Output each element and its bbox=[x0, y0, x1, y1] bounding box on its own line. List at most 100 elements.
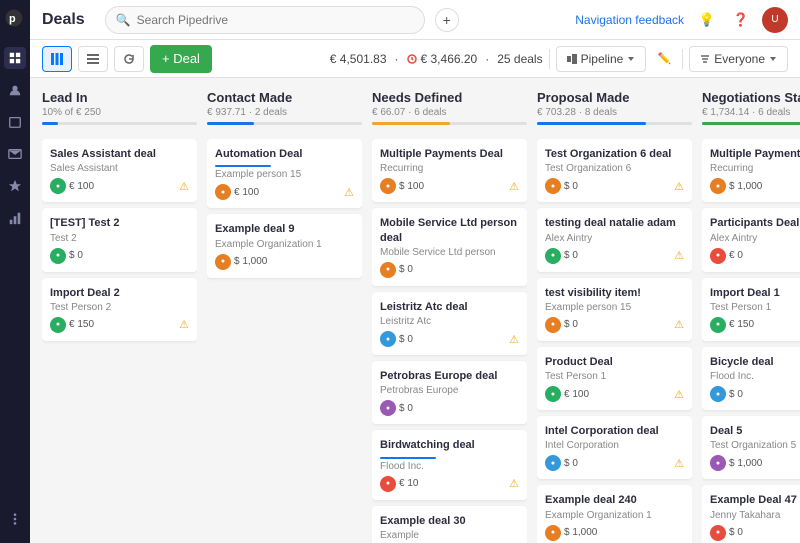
card-subtitle: Test Person 1 bbox=[545, 371, 684, 382]
deal-card[interactable]: testing deal natalie adamAlex Aintry●$ 0… bbox=[537, 208, 692, 271]
deal-card[interactable]: Intel Corporation dealIntel Corporation●… bbox=[537, 416, 692, 479]
deal-card[interactable]: test visibility item!Example person 15●$… bbox=[537, 278, 692, 341]
cards-list: Multiple Payments DealRecurring●$ 100⚠Mo… bbox=[372, 139, 527, 543]
edit-pipeline-icon[interactable]: ✏️ bbox=[652, 47, 676, 71]
card-avatar: ● bbox=[215, 254, 231, 270]
kanban-board: Lead In10% of € 250Sales Assistant dealS… bbox=[30, 78, 800, 543]
add-button[interactable]: + bbox=[435, 8, 459, 32]
card-subtitle: Flood Inc. bbox=[380, 461, 519, 472]
sidebar-item-reports[interactable] bbox=[4, 207, 26, 229]
card-title: Multiple Payments Deal 2 bbox=[710, 147, 800, 161]
deal-card[interactable]: Automation DealExample person 15●€ 100⚠ bbox=[207, 139, 362, 208]
card-subtitle: Recurring bbox=[710, 163, 800, 174]
kanban-view-btn[interactable] bbox=[42, 46, 72, 72]
card-footer: ●$ 0⚠ bbox=[710, 525, 800, 541]
svg-text:p: p bbox=[9, 13, 16, 25]
card-title: Import Deal 1 bbox=[710, 286, 800, 300]
sidebar-item-more[interactable] bbox=[4, 508, 26, 530]
card-amount-value: € 0 bbox=[729, 250, 743, 261]
pipedrive-logo[interactable]: p bbox=[4, 8, 26, 30]
warning-icon: ⚠ bbox=[509, 333, 519, 346]
rotting-amount: € 3,466.20 bbox=[407, 52, 478, 66]
column-header-contact-made: Contact Made€ 937.71 · 2 deals bbox=[207, 90, 362, 131]
amount1-value: € 4,501.83 bbox=[330, 52, 387, 66]
search-input[interactable] bbox=[137, 13, 414, 27]
everyone-filter[interactable]: Everyone bbox=[689, 46, 788, 72]
add-deal-button[interactable]: + Deal bbox=[150, 45, 212, 73]
column-negotiations-started: Negotiations Started€ 1,734.14 · 6 deals… bbox=[702, 90, 800, 543]
deal-card[interactable]: Import Deal 1Test Person 1●€ 150⚠ bbox=[702, 278, 800, 341]
card-amount-value: $ 0 bbox=[564, 458, 578, 469]
card-amount: ●€ 100 bbox=[215, 184, 259, 200]
column-meta: € 1,734.14 · 6 deals bbox=[702, 107, 800, 118]
card-footer: ●€ 100⚠ bbox=[215, 184, 354, 200]
sidebar: p bbox=[0, 0, 30, 543]
cards-list: Automation DealExample person 15●€ 100⚠E… bbox=[207, 139, 362, 286]
deal-card[interactable]: Petrobras Europe dealPetrobras Europe●$ … bbox=[372, 361, 527, 424]
help-icon[interactable]: ❓ bbox=[728, 7, 754, 33]
card-avatar: ● bbox=[710, 248, 726, 264]
nav-feedback-link[interactable]: Navigation feedback bbox=[575, 13, 684, 27]
deal-card[interactable]: Multiple Payments DealRecurring●$ 100⚠ bbox=[372, 139, 527, 202]
column-meta: 10% of € 250 bbox=[42, 107, 197, 118]
refresh-btn[interactable] bbox=[114, 46, 144, 72]
deal-card[interactable]: Multiple Payments Deal 2Recurring●$ 1,00… bbox=[702, 139, 800, 202]
amount2-value: € 3,466.20 bbox=[421, 52, 478, 66]
deal-card[interactable]: Example deal 30Example●€ 40⚠ bbox=[372, 506, 527, 543]
card-footer: ●$ 0⚠ bbox=[545, 178, 684, 194]
card-title: Example deal 240 bbox=[545, 493, 684, 507]
sidebar-item-leads[interactable] bbox=[4, 175, 26, 197]
card-underline bbox=[215, 165, 271, 167]
card-title: Example deal 9 bbox=[215, 222, 354, 236]
deal-card[interactable]: Birdwatching dealFlood Inc.●€ 10⚠ bbox=[372, 430, 527, 499]
deal-card[interactable]: Import Deal 2Test Person 2●€ 150⚠ bbox=[42, 278, 197, 341]
sidebar-item-contacts[interactable] bbox=[4, 79, 26, 101]
user-avatar[interactable]: U bbox=[762, 7, 788, 33]
search-icon: 🔍 bbox=[116, 13, 131, 27]
column-progress bbox=[42, 122, 197, 125]
card-avatar: ● bbox=[380, 262, 396, 278]
card-avatar: ● bbox=[545, 248, 561, 264]
sidebar-item-deals[interactable] bbox=[4, 47, 26, 69]
list-view-btn[interactable] bbox=[78, 46, 108, 72]
card-avatar: ● bbox=[215, 184, 231, 200]
card-amount-value: $ 0 bbox=[564, 250, 578, 261]
card-footer: ●$ 0 ⚠ bbox=[380, 331, 519, 347]
deal-card[interactable]: Leistritz Atc dealLeistritz Atc●$ 0⚠ bbox=[372, 292, 527, 355]
deal-card[interactable]: Deal 5Test Organization 5●$ 1,000 bbox=[702, 416, 800, 479]
search-bar[interactable]: 🔍 bbox=[105, 6, 425, 34]
pipeline-selector[interactable]: Pipeline bbox=[556, 46, 647, 72]
card-footer: ●$ 0⚠ bbox=[545, 317, 684, 333]
cards-list: Sales Assistant dealSales Assistant●€ 10… bbox=[42, 139, 197, 349]
sidebar-item-mail[interactable] bbox=[4, 143, 26, 165]
topbar: Deals 🔍 + Navigation feedback 💡 ❓ U bbox=[30, 0, 800, 40]
card-subtitle: Recurring bbox=[380, 163, 519, 174]
card-subtitle: Sales Assistant bbox=[50, 163, 189, 174]
deal-card[interactable]: Example Deal 47Jenny Takahara●$ 0⚠ bbox=[702, 485, 800, 543]
column-contact-made: Contact Made€ 937.71 · 2 deals Automation… bbox=[207, 90, 362, 543]
deal-card[interactable]: Test Organization 6 dealTest Organizatio… bbox=[537, 139, 692, 202]
cards-list: Multiple Payments Deal 2Recurring●$ 1,00… bbox=[702, 139, 800, 543]
sidebar-item-activities[interactable] bbox=[4, 111, 26, 133]
card-avatar: ● bbox=[710, 178, 726, 194]
deal-card[interactable]: Mobile Service Ltd person dealMobile Ser… bbox=[372, 208, 527, 286]
card-avatar: ● bbox=[710, 455, 726, 471]
card-title: Example Deal 47 bbox=[710, 493, 800, 507]
deal-card[interactable]: Example deal 9Example Organization 1●$ 1… bbox=[207, 214, 362, 277]
card-subtitle: Example Organization 1 bbox=[545, 510, 684, 521]
card-amount: ●$ 1,000 bbox=[545, 525, 597, 541]
column-meta: € 66.07 · 6 deals bbox=[372, 107, 527, 118]
deal-card[interactable]: Bicycle dealFlood Inc.●$ 0⚠ bbox=[702, 347, 800, 410]
card-subtitle: Test Organization 5 bbox=[710, 440, 800, 451]
deal-card[interactable]: Participants DealAlex Aintry●€ 0 bbox=[702, 208, 800, 271]
deal-card[interactable]: Product DealTest Person 1●€ 100⚠ bbox=[537, 347, 692, 410]
card-amount-value: € 100 bbox=[564, 389, 589, 400]
warning-icon: ⚠ bbox=[509, 180, 519, 193]
deal-card[interactable]: [TEST] Test 2Test 2●$ 0 bbox=[42, 208, 197, 271]
deal-card[interactable]: Example deal 240 Example Organization 1 ●$… bbox=[537, 485, 692, 543]
deal-card[interactable]: Sales Assistant dealSales Assistant●€ 10… bbox=[42, 139, 197, 202]
bulb-icon[interactable]: 💡 bbox=[694, 7, 720, 33]
warning-icon: ⚠ bbox=[179, 180, 189, 193]
card-amount: ●€ 100 bbox=[50, 178, 94, 194]
card-amount: ●$ 0 bbox=[380, 331, 413, 347]
